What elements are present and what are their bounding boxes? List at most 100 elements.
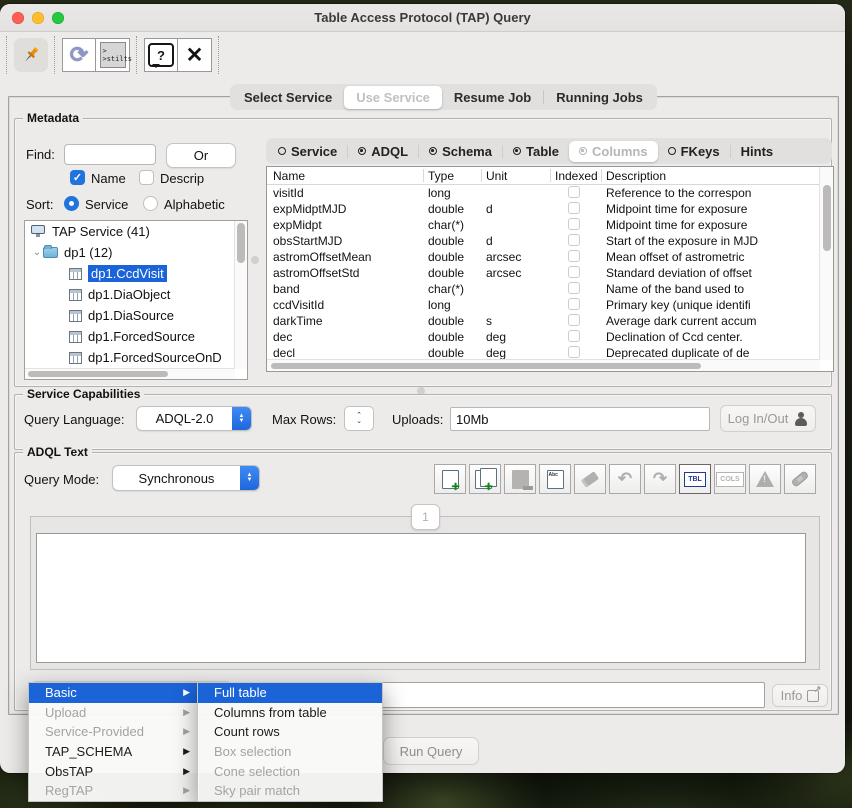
uploads-field[interactable] [450,407,710,431]
view-tab-adql[interactable]: ADQL [348,141,418,162]
insert-columns-icon: COLS [716,472,743,487]
table-row[interactable]: darkTimedoublesAverage dark current accu… [267,313,820,329]
tab-select-service[interactable]: Select Service [232,86,344,109]
tab-resume-job[interactable]: Resume Job [442,86,543,109]
table-row[interactable]: ccdVisitIdlongPrimary key (unique identi… [267,297,820,313]
indexed-checkbox[interactable] [568,346,580,358]
table-row[interactable]: astromOffsetStddoublearcsecStandard devi… [267,265,820,281]
tree-table-row[interactable]: dp1.ForcedSource [25,326,235,347]
toolbar-separator [6,36,8,74]
run-query-button[interactable]: Run Query [383,737,479,765]
menu-item-basic[interactable]: Basic▶ [29,683,198,703]
find-or-button[interactable]: Or [166,143,236,168]
table-vertical-scrollbar[interactable] [819,167,833,360]
table-row[interactable]: bandchar(*)Name of the band used to [267,281,820,297]
pin-window-button[interactable] [14,38,48,72]
metadata-tree[interactable]: TAP Service (41) ⌄ dp1 (12) dp1.CcdVisit… [24,220,248,380]
view-tab-columns[interactable]: Columns [569,141,658,162]
table-row[interactable]: decldoubledegDeprecated duplicate of de [267,345,820,360]
menu-item-obstap[interactable]: ObsTAP▶ [29,761,198,781]
titlebar[interactable]: Table Access Protocol (TAP) Query [0,4,845,32]
toolbar-separator [54,36,56,74]
header-unit[interactable]: Unit [486,169,507,183]
indexed-checkbox[interactable] [568,218,580,230]
tree-table-row[interactable]: dp1.DiaObject [25,284,235,305]
sort-service-radio[interactable] [64,196,79,211]
view-tab-hints[interactable]: Hints [731,141,784,162]
table-horizontal-scrollbar[interactable] [267,359,820,371]
insert-table-name-button[interactable]: TBL [679,464,711,494]
info-button-label: Info [781,688,803,703]
table-icon [69,352,82,364]
table-row[interactable]: astromOffsetMeandoublearcsecMean offset … [267,249,820,265]
add-example-tab-button[interactable]: + [434,464,466,494]
view-tab-table[interactable]: Table [503,141,569,162]
view-tab-service[interactable]: Service [268,141,347,162]
tree-vertical-scrollbar[interactable] [234,221,247,369]
indexed-checkbox[interactable] [568,330,580,342]
table-row[interactable]: expMidptchar(*)Midpoint time for exposur… [267,217,820,233]
adql-textarea[interactable] [36,533,806,663]
login-button[interactable]: Log In/Out [720,405,816,432]
tab-use-service[interactable]: Use Service [344,86,442,109]
stilts-button[interactable]: > >stilts [96,38,130,72]
view-tab-fkeys[interactable]: FKeys [658,141,730,162]
header-indexed[interactable]: Indexed [555,169,598,183]
menu-item-tap-schema[interactable]: TAP_SCHEMA▶ [29,742,198,762]
tree-root-row[interactable]: TAP Service (41) [25,221,235,242]
submenu-arrow-icon: ▶ [183,687,190,698]
radio-filled-icon [513,147,521,155]
indexed-checkbox[interactable] [568,282,580,294]
redo-icon: ↷ [653,469,667,489]
copy-tab-icon: + [475,470,492,489]
columns-table[interactable]: Name Type Unit Indexed Description visit… [266,166,834,372]
undo-icon: ↶ [618,469,632,489]
query-language-select[interactable]: ADQL-2.0 ▲▼ [136,406,252,431]
max-rows-spinner[interactable]: ⌃⌄ [344,406,374,431]
help-button[interactable]: ? [144,38,178,72]
close-window-button[interactable]: ✕ [178,38,212,72]
main-toolbar: ⟳ > >stilts ? ✕ [0,34,226,76]
menu-item-count-rows[interactable]: Count rows [198,722,382,742]
tree-table-row[interactable]: dp1.CcdVisit [25,263,235,284]
tab-running-jobs[interactable]: Running Jobs [544,86,655,109]
sort-alphabetic-radio[interactable] [143,196,158,211]
table-row[interactable]: decdoubledegDeclination of Ccd center. [267,329,820,345]
copy-tab-button[interactable]: + [469,464,501,494]
query-mode-label: Query Mode: [24,472,99,487]
tap-query-window: Table Access Protocol (TAP) Query ⟳ > >s… [0,4,845,773]
indexed-checkbox[interactable] [568,202,580,214]
table-row[interactable]: expMidptMJDdoubledMidpoint time for expo… [267,201,820,217]
header-name[interactable]: Name [273,169,305,183]
tree-table-row[interactable]: dp1.ForcedSourceOnD [25,347,235,368]
descrip-checkbox[interactable] [139,170,154,185]
close-icon: ✕ [186,43,204,68]
tree-horizontal-scrollbar[interactable] [25,368,235,379]
query-mode-select[interactable]: Synchronous ▲▼ [112,465,260,491]
tree-table-row[interactable]: dp1.DiaSource [25,305,235,326]
indexed-checkbox[interactable] [568,314,580,326]
menu-item-columns-from-table[interactable]: Columns from table [198,703,382,723]
reload-metadata-button[interactable]: ⟳ [62,38,96,72]
indexed-checkbox[interactable] [568,234,580,246]
indexed-checkbox[interactable] [568,298,580,310]
header-description[interactable]: Description [606,169,666,183]
find-input[interactable] [64,144,156,165]
indexed-checkbox[interactable] [568,266,580,278]
columns-table-header[interactable]: Name Type Unit Indexed Description [267,167,820,185]
info-button[interactable]: Info [772,684,828,707]
tree-schema-row[interactable]: ⌄ dp1 (12) [25,242,235,263]
table-row[interactable]: obsStartMJDdoubledStart of the exposure … [267,233,820,249]
header-type[interactable]: Type [428,169,454,183]
table-row[interactable]: visitIdlongReference to the correspon [267,185,820,201]
adql-tab-chip[interactable]: 1 [411,504,440,530]
vertical-splitter-grip[interactable] [251,256,259,264]
indexed-checkbox[interactable] [568,250,580,262]
indexed-checkbox[interactable] [568,186,580,198]
query-language-label: Query Language: [24,412,124,427]
view-tab-schema[interactable]: Schema [419,141,502,162]
menu-item-full-table[interactable]: Full table [198,683,382,703]
edit-tab-title-button[interactable]: Abc [539,464,571,494]
chevron-down-icon[interactable]: ⌄ [31,247,43,258]
name-checkbox[interactable]: ✓ [70,170,85,185]
